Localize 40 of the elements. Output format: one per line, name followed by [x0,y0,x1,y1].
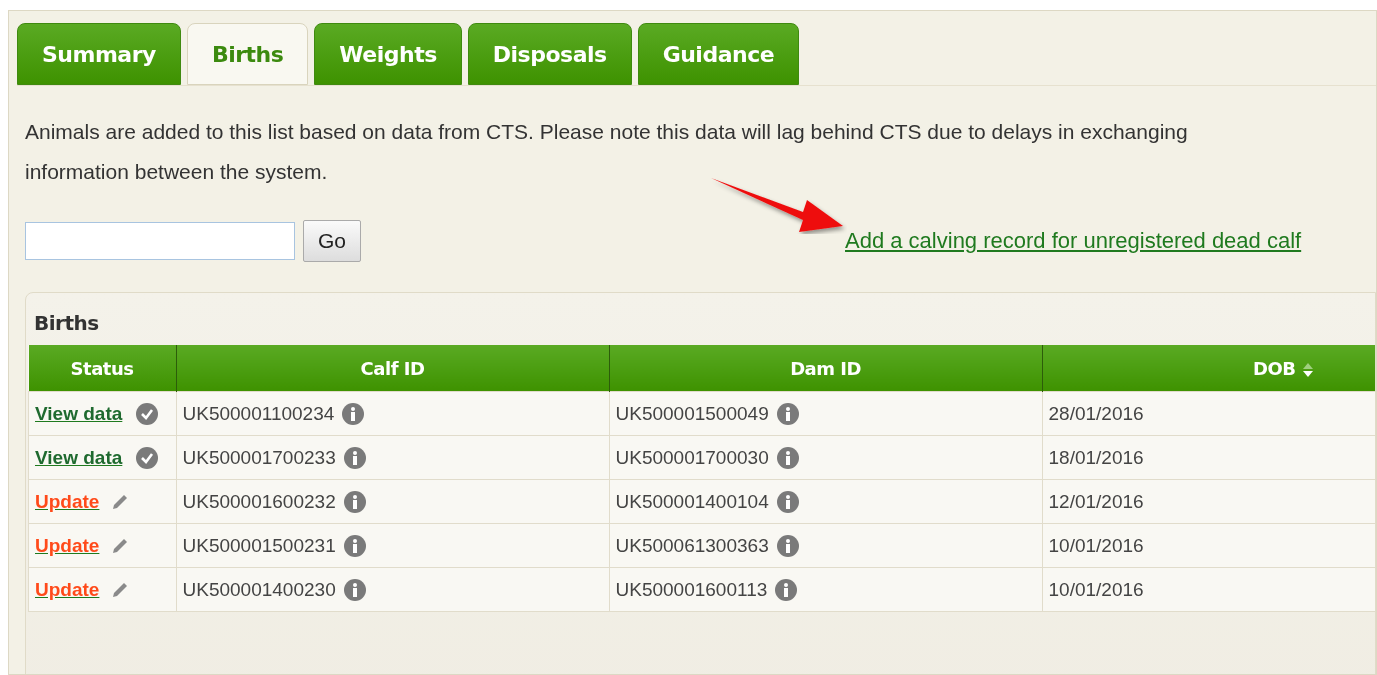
info-icon [776,403,799,425]
id-text: UK500001600113 [615,579,768,600]
check-circle-icon [136,447,159,469]
tab[interactable]: Guidance [637,23,800,85]
tab[interactable]: Summary [17,23,181,85]
pencil-icon [111,493,130,511]
id-text: UK500001700030 [615,447,769,468]
go-button[interactable]: Go [303,220,361,262]
info-icon [776,447,799,469]
panel-title: Births [33,310,100,337]
info-icon [775,579,798,601]
id-text: UK500001600232 [182,491,336,512]
pencil-icon [111,581,130,599]
info-icon [343,535,366,557]
tab[interactable]: Disposals [467,23,632,85]
check-circle-icon [136,403,159,425]
column-header: Calf ID [176,345,609,392]
id-text: UK500001700233 [182,447,336,468]
info-icon [343,447,366,469]
info-icon [776,535,799,557]
info-icon [776,491,799,513]
column-header: Status [28,345,176,392]
column-header: Dam ID [609,345,1042,392]
id-text: UK500001400104 [615,491,769,512]
id-text: UK500001500049 [615,403,769,424]
id-text: UK500001100234 [182,403,335,424]
tab[interactable]: Births [186,23,309,85]
notice-text: Animals are added to this list based on data from CTS. Please note this data will lag behind CTS due to delays in exchanging information between the system. [25,119,1189,185]
tab[interactable]: Weights [314,23,462,85]
column-header[interactable]: DOB [1042,345,1375,392]
info-icon [342,403,365,425]
id-text: UK500001500231 [182,535,336,556]
pencil-icon [111,537,130,555]
table-cell: 28/01/2016 [1042,391,1375,436]
id-text: UK500001400230 [182,579,336,600]
add-record-link[interactable]: Add a calving record for unregistered dead calf [845,228,1302,253]
info-icon [343,579,366,601]
info-icon [343,491,366,513]
search-field[interactable] [25,222,295,260]
id-text: UK500061300363 [615,535,769,556]
